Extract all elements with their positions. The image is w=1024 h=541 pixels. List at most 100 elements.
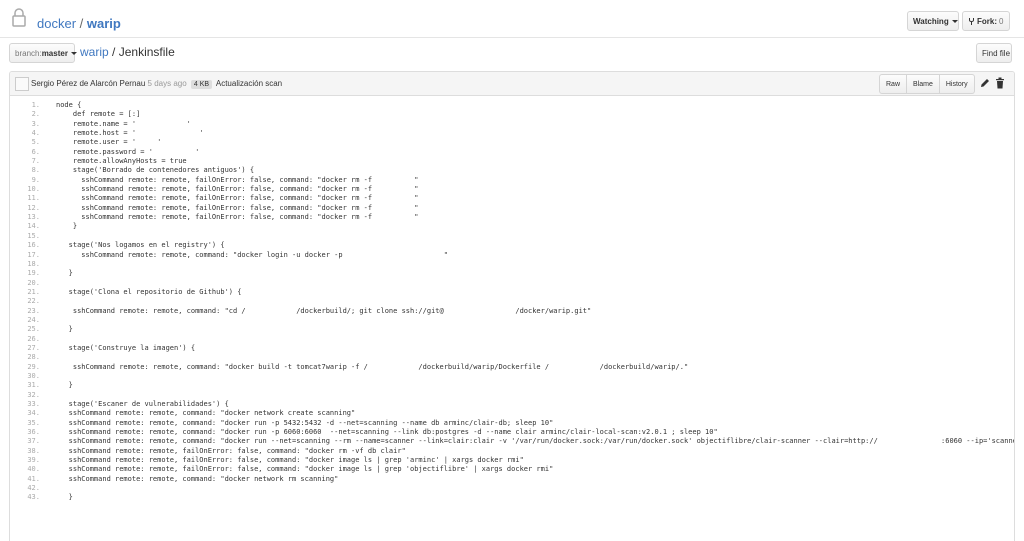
code-line: 4. remote.host = ' ' bbox=[10, 129, 1014, 138]
line-number[interactable]: 28. bbox=[10, 353, 40, 362]
code-line: 25. } bbox=[10, 325, 1014, 334]
line-number[interactable]: 16. bbox=[10, 241, 40, 250]
pencil-icon[interactable] bbox=[980, 78, 990, 88]
avatar[interactable] bbox=[15, 77, 29, 91]
code-text: remote.host = ' ' bbox=[56, 129, 204, 138]
trash-icon[interactable] bbox=[995, 77, 1005, 89]
line-number[interactable]: 24. bbox=[10, 316, 40, 325]
line-number[interactable]: 18. bbox=[10, 260, 40, 269]
code-text: sshCommand remote: remote, command: "doc… bbox=[56, 437, 1015, 446]
repo-name-link[interactable]: warip bbox=[87, 16, 121, 31]
line-number[interactable]: 26. bbox=[10, 335, 40, 344]
code-text: node { bbox=[56, 101, 82, 109]
breadcrumb-file: Jenkinsfile bbox=[118, 45, 175, 59]
line-number[interactable]: 20. bbox=[10, 279, 40, 288]
line-number[interactable]: 27. bbox=[10, 344, 40, 353]
code-line: 13. sshCommand remote: remote, failOnErr… bbox=[10, 213, 1014, 222]
line-number[interactable]: 22. bbox=[10, 297, 40, 306]
line-number[interactable]: 37. bbox=[10, 437, 40, 446]
code-text: remote.name = ' ' bbox=[56, 119, 191, 128]
line-number[interactable]: 19. bbox=[10, 269, 40, 278]
code-line: 28. bbox=[10, 353, 1014, 362]
code-line: 30. bbox=[10, 372, 1014, 381]
line-number[interactable]: 33. bbox=[10, 400, 40, 409]
code-text: sshCommand remote: remote, failOnError: … bbox=[56, 203, 419, 212]
line-number[interactable]: 21. bbox=[10, 288, 40, 297]
line-number[interactable]: 5. bbox=[10, 138, 40, 147]
blame-button[interactable]: Blame bbox=[907, 74, 940, 94]
code-text: sshCommand remote: remote, failOnError: … bbox=[56, 185, 419, 194]
line-number[interactable]: 4. bbox=[10, 129, 40, 138]
code-text: sshCommand remote: remote, failOnError: … bbox=[56, 194, 419, 203]
code-line: 9. sshCommand remote: remote, failOnErro… bbox=[10, 176, 1014, 185]
line-number[interactable]: 42. bbox=[10, 484, 40, 493]
fork-button[interactable]: Fork: 0 bbox=[962, 11, 1010, 31]
code-text: } bbox=[56, 269, 73, 278]
watch-button[interactable]: Watching bbox=[907, 11, 959, 31]
line-number[interactable]: 39. bbox=[10, 456, 40, 465]
chevron-down-icon bbox=[70, 51, 77, 55]
line-number[interactable]: 36. bbox=[10, 428, 40, 437]
line-number[interactable]: 12. bbox=[10, 204, 40, 213]
line-number[interactable]: 38. bbox=[10, 447, 40, 456]
line-number[interactable]: 8. bbox=[10, 166, 40, 175]
line-number[interactable]: 14. bbox=[10, 222, 40, 231]
breadcrumb-separator: / bbox=[112, 45, 116, 59]
code-text: sshCommand remote: remote, failOnError: … bbox=[56, 175, 419, 184]
watch-label: Watching bbox=[913, 16, 949, 26]
raw-button[interactable]: Raw bbox=[879, 74, 908, 94]
line-number[interactable]: 17. bbox=[10, 251, 40, 260]
line-number[interactable]: 32. bbox=[10, 391, 40, 400]
line-number[interactable]: 1. bbox=[10, 101, 40, 110]
line-number[interactable]: 13. bbox=[10, 213, 40, 222]
code-text: stage('Nos logamos en el registry') { bbox=[56, 241, 225, 250]
commit-message-link[interactable]: Actualización scan bbox=[216, 79, 282, 88]
file-header: Sergio Pérez de Alarcón Pernau 5 days ag… bbox=[10, 72, 1014, 96]
line-number[interactable]: 2. bbox=[10, 110, 40, 119]
line-number[interactable]: 30. bbox=[10, 372, 40, 381]
commit-author-link[interactable]: Sergio Pérez de Alarcón Pernau bbox=[31, 79, 145, 88]
line-number[interactable]: 40. bbox=[10, 465, 40, 474]
code-line: 16. stage('Nos logamos en el registry') … bbox=[10, 241, 1014, 250]
code-line: 12. sshCommand remote: remote, failOnErr… bbox=[10, 204, 1014, 213]
find-file-button[interactable]: Find file bbox=[976, 43, 1012, 63]
code-line: 43. } bbox=[10, 493, 1014, 502]
line-number[interactable]: 9. bbox=[10, 176, 40, 185]
branch-select-button[interactable]: branch: master bbox=[9, 43, 77, 63]
line-number[interactable]: 41. bbox=[10, 475, 40, 484]
line-number[interactable]: 25. bbox=[10, 325, 40, 334]
file-size-badge: 4 KB bbox=[190, 80, 213, 89]
fork-label: Fork: bbox=[977, 16, 997, 26]
code-text: stage('Clona el repositorio de Github') … bbox=[56, 287, 242, 296]
line-number[interactable]: 43. bbox=[10, 493, 40, 502]
code-text: sshCommand remote: remote, failOnError: … bbox=[56, 213, 419, 222]
line-number[interactable]: 15. bbox=[10, 232, 40, 241]
line-number[interactable]: 11. bbox=[10, 194, 40, 203]
line-number[interactable]: 31. bbox=[10, 381, 40, 390]
line-number[interactable]: 7. bbox=[10, 157, 40, 166]
line-number[interactable]: 6. bbox=[10, 148, 40, 157]
line-number[interactable]: 23. bbox=[10, 307, 40, 316]
branch-name: master bbox=[41, 48, 68, 58]
breadcrumb-repo-link[interactable]: warip bbox=[80, 45, 109, 59]
line-number[interactable]: 29. bbox=[10, 363, 40, 372]
line-number[interactable]: 34. bbox=[10, 409, 40, 418]
commit-info: Sergio Pérez de Alarcón Pernau 5 days ag… bbox=[31, 79, 282, 89]
code-line: 17. sshCommand remote: remote, command: … bbox=[10, 251, 1014, 260]
code-line: 3. remote.name = ' ' bbox=[10, 120, 1014, 129]
history-button[interactable]: History bbox=[939, 74, 975, 94]
code-view: 1. node {2. def remote = [:] 3. remote.nam… bbox=[10, 101, 1014, 503]
line-number[interactable]: 35. bbox=[10, 419, 40, 428]
code-line: 18. bbox=[10, 260, 1014, 269]
line-number[interactable]: 3. bbox=[10, 120, 40, 129]
code-text: sshCommand remote: remote, failOnError: … bbox=[56, 456, 524, 465]
line-number[interactable]: 10. bbox=[10, 185, 40, 194]
repo-owner-link[interactable]: docker bbox=[37, 16, 76, 31]
code-line: 36. sshCommand remote: remote, command: … bbox=[10, 428, 1014, 437]
